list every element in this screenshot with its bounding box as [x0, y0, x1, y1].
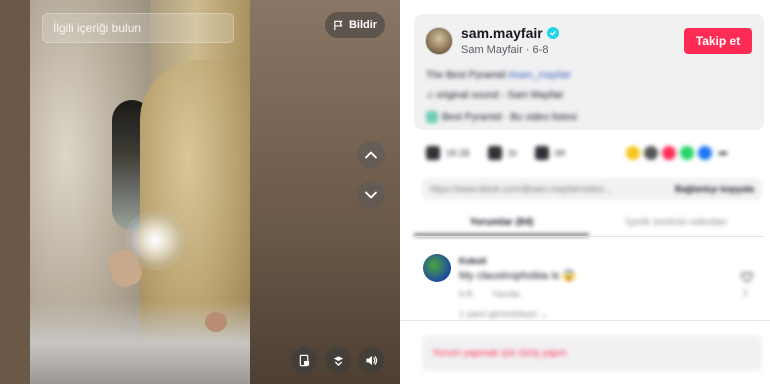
tiktok-share-icon[interactable]: [662, 146, 676, 160]
next-video-button[interactable]: [357, 181, 385, 209]
comment-emoji: 😱: [562, 270, 576, 282]
tab-creator-videos[interactable]: İçerik üreticisi videoları: [589, 210, 764, 236]
report-label: Bildir: [348, 19, 378, 31]
comment-icon[interactable]: [487, 146, 502, 160]
post-hashtag[interactable]: #sam_mayfair: [508, 70, 571, 81]
playlist-icon: [426, 111, 438, 123]
chevron-down-icon: [365, 191, 377, 199]
post-caption: The Best Pyramid #sam_mayfair: [426, 70, 571, 81]
miniplayer-icon: [299, 354, 309, 366]
like-count: 18.1B: [446, 148, 470, 158]
author-username[interactable]: sam.mayfair: [461, 25, 559, 41]
login-to-comment[interactable]: Yorum yapmak için Giriş yapın: [422, 335, 762, 371]
chevron-up-icon: [365, 151, 377, 159]
post-playlist-row[interactable]: Best Pyramid · Bu video listesi: [426, 111, 577, 123]
author-avatar[interactable]: [425, 27, 453, 55]
share-more-icon[interactable]: ➦: [718, 146, 728, 160]
facebook-share-icon[interactable]: [698, 146, 712, 160]
search-input[interactable]: [53, 21, 208, 35]
tab-comments[interactable]: Yorumlar (84): [414, 210, 589, 236]
comment-meta: 6-8 Yanıtla: [459, 289, 519, 299]
reply-button[interactable]: Yanıtla: [492, 289, 519, 299]
comment-tabs: Yorumlar (84) İçerik üreticisi videoları: [414, 210, 764, 236]
report-button[interactable]: Bildir: [325, 12, 385, 38]
search-bar[interactable]: [42, 13, 234, 43]
share-row: ➦: [626, 146, 728, 160]
author-display-name: Sam Mayfair: [461, 44, 523, 56]
tabs-divider: [414, 236, 764, 237]
author-subline: Sam Mayfair · 6-8: [461, 44, 548, 56]
view-replies-text: 1 yanıt görüntüleyin: [459, 309, 538, 319]
chevron-down-small-icon: ⌄: [540, 309, 548, 319]
verified-badge-icon: [546, 27, 559, 39]
post-playlist: Best Pyramid · Bu video listesi: [442, 111, 578, 123]
post-date: 6-8: [532, 44, 549, 56]
dot-separator: ·: [525, 44, 533, 56]
prev-video-button[interactable]: [357, 141, 385, 169]
page: Bildir: [0, 0, 770, 384]
like-icon[interactable]: [426, 146, 440, 160]
comment-age: 6-8: [459, 289, 473, 299]
video-frame[interactable]: [30, 0, 250, 384]
video-link-box[interactable]: https://www.tiktok.com/@sam.mayfair/vide…: [422, 178, 762, 200]
whatsapp-share-icon[interactable]: [680, 146, 694, 160]
bottom-divider: [400, 320, 770, 321]
save-count: 6K: [555, 148, 567, 158]
pip-button[interactable]: [325, 347, 351, 373]
comment-like-icon[interactable]: [740, 270, 754, 284]
pip-icon: [333, 355, 343, 366]
comment-text-row: My claustrophobia is 😱: [459, 269, 576, 283]
miniplayer-button[interactable]: [291, 347, 317, 373]
post-sound[interactable]: ♫ original sound - Sam Mayfair: [426, 90, 564, 101]
friends-share-icon[interactable]: [644, 146, 658, 160]
comment-count: 1k: [507, 148, 518, 158]
commenter-avatar[interactable]: [423, 254, 451, 282]
comment-text: My claustrophobia is: [459, 269, 560, 282]
action-row: 18.1B 1k 6K: [426, 146, 584, 160]
volume-button[interactable]: [358, 347, 384, 373]
video-backdrop-left: [0, 0, 30, 384]
post-title: The Best Pyramid: [426, 70, 506, 81]
climber-hand: [205, 312, 227, 332]
author-username-text: sam.mayfair: [461, 25, 543, 41]
follow-button[interactable]: Takip et: [684, 28, 752, 54]
comment-like-count: 1: [743, 288, 749, 298]
commenter-username[interactable]: Kokoli: [459, 256, 487, 266]
video-link: https://www.tiktok.com/@sam.mayfair/vide…: [430, 184, 612, 194]
view-replies-link[interactable]: 1 yanıt görüntüleyin ⌄: [459, 309, 548, 320]
video-player[interactable]: Bildir: [0, 0, 400, 384]
embed-share-icon[interactable]: [626, 146, 640, 160]
copy-link-button[interactable]: Bağlantıyı kopyala: [675, 184, 754, 194]
bookmark-icon[interactable]: [535, 146, 550, 160]
flag-icon: [334, 20, 343, 30]
volume-icon: [365, 355, 377, 365]
